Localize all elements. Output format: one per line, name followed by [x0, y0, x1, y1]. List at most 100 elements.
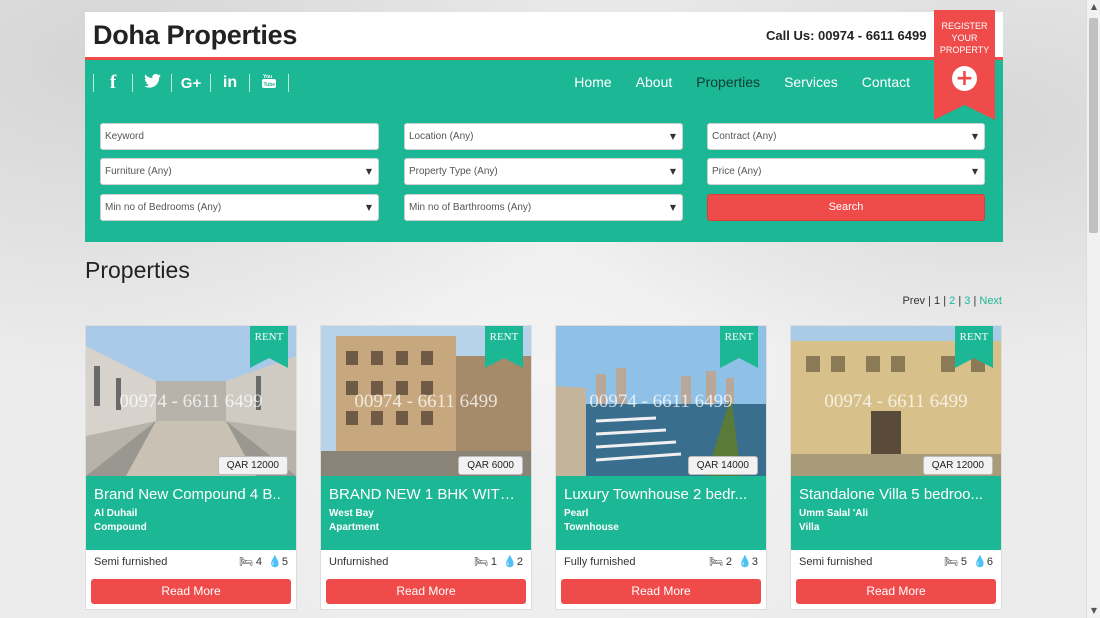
main-menu: Home About Properties Services Contact	[574, 74, 910, 90]
page-title: Properties	[85, 257, 190, 283]
baths-count: 5	[281, 556, 288, 568]
nav-properties[interactable]: Properties	[696, 74, 760, 90]
pagination: Prev | 1 | 2 | 3 | Next	[902, 295, 1002, 307]
call-us-text: Call Us: 00974 - 6611 6499	[766, 28, 927, 43]
property-meta: Semi furnished 🛏 4 💧5	[86, 550, 296, 574]
read-more-button[interactable]: Read More	[561, 579, 761, 604]
drop-icon: 💧	[738, 556, 752, 568]
property-title[interactable]: BRAND NEW 1 BHK WITH...	[329, 486, 523, 503]
watermark: 00974 - 6611 6499	[824, 391, 968, 412]
property-location: West Bay	[329, 508, 374, 519]
bathrooms-select[interactable]: Min no of Barthrooms (Any) ▼	[404, 194, 683, 221]
read-more-button[interactable]: Read More	[796, 579, 996, 604]
contract-select[interactable]: Contract (Any) ▼	[707, 123, 985, 150]
property-title[interactable]: Standalone Villa 5 bedroo...	[799, 486, 993, 503]
nav-bar: f G+ in You Tube Home About Properties Se…	[85, 10, 1003, 120]
furniture-select[interactable]: Furniture (Any) ▼	[100, 158, 379, 185]
price-badge: QAR 12000	[217, 456, 288, 475]
chevron-down-icon: ▼	[365, 167, 372, 176]
property-card: 00974 - 6611 6499 RENT QAR 12000 Brand N…	[85, 325, 297, 610]
location-select[interactable]: Location (Any) ▼	[404, 123, 683, 150]
read-more-button[interactable]: Read More	[91, 579, 291, 604]
rent-ribbon: RENT	[720, 326, 758, 368]
nav-contact[interactable]: Contact	[862, 74, 910, 90]
register-line-2: YOUR	[951, 33, 978, 43]
property-photo[interactable]: 00974 - 6611 6499 RENT QAR 12000	[791, 326, 1001, 476]
chevron-down-icon: ▼	[669, 203, 676, 212]
youtube-icon[interactable]: You Tube	[250, 72, 288, 94]
beds-count: 1	[490, 556, 498, 568]
furnishing-text: Semi furnished	[799, 556, 873, 568]
drop-icon: 💧	[268, 556, 282, 568]
bed-icon: 🛏	[473, 556, 488, 568]
chevron-down-icon: ▼	[669, 132, 676, 141]
register-property-button[interactable]: REGISTER YOUR PROPERTY +	[934, 10, 995, 120]
property-meta: Fully furnished 🛏 2 💧3	[556, 550, 766, 574]
baths-count: 3	[751, 556, 758, 568]
price-badge: QAR 14000	[687, 456, 758, 475]
property-title[interactable]: Luxury Townhouse 2 bedr...	[564, 486, 758, 503]
search-button[interactable]: Search	[707, 194, 985, 221]
drop-icon: 💧	[973, 556, 987, 568]
property-meta: Semi furnished 🛏 5 💧6	[791, 550, 1001, 574]
property-info: Brand New Compound 4 B.. Al Duhail Compo…	[86, 476, 296, 550]
watermark: 00974 - 6611 6499	[589, 391, 733, 412]
nav-about[interactable]: About	[636, 74, 673, 90]
watermark: 00974 - 6611 6499	[354, 391, 498, 412]
nav-services[interactable]: Services	[784, 74, 838, 90]
property-photo[interactable]: 00974 - 6611 6499 RENT QAR 14000	[556, 326, 766, 476]
property-info: Luxury Townhouse 2 bedr... Pearl Townhou…	[556, 476, 766, 550]
property-type: Villa	[799, 522, 820, 533]
twitter-icon[interactable]	[133, 73, 171, 93]
plus-icon: +	[952, 66, 977, 91]
drop-icon: 💧	[503, 556, 517, 568]
chevron-down-icon: ▼	[669, 167, 676, 176]
svg-text:Tube: Tube	[264, 82, 276, 88]
chevron-down-icon: ▼	[365, 203, 372, 212]
property-card: 00974 - 6611 6499 RENT QAR 12000 Standal…	[790, 325, 1002, 610]
furnishing-text: Unfurnished	[329, 556, 389, 568]
page-container: Doha Properties Call Us: 00974 - 6611 64…	[85, 10, 1003, 242]
register-line-3: PROPERTY	[939, 45, 990, 55]
facebook-icon[interactable]: f	[94, 72, 132, 94]
property-photo[interactable]: 00974 - 6611 6499 RENT QAR 6000	[321, 326, 531, 476]
property-info: BRAND NEW 1 BHK WITH... West Bay Apartme…	[321, 476, 531, 550]
social-links: f G+ in You Tube	[93, 72, 289, 94]
furnishing-text: Fully furnished	[564, 556, 636, 568]
property-card: 00974 - 6611 6499 RENT QAR 14000 Luxury …	[555, 325, 767, 610]
scrollbar[interactable]: ▲ ▼	[1086, 0, 1100, 618]
scroll-down-icon[interactable]: ▼	[1087, 604, 1100, 618]
rent-ribbon: RENT	[955, 326, 993, 368]
price-badge: QAR 12000	[922, 456, 993, 475]
property-type-select[interactable]: Property Type (Any) ▼	[404, 158, 683, 185]
scrollbar-thumb[interactable]	[1089, 18, 1098, 233]
bedrooms-select[interactable]: Min no of Bedrooms (Any) ▼	[100, 194, 379, 221]
pager-prev[interactable]: Prev	[902, 295, 925, 307]
keyword-input[interactable]: Keyword	[100, 123, 379, 150]
bed-icon: 🛏	[708, 556, 723, 568]
property-card: 00974 - 6611 6499 RENT QAR 6000 BRAND NE…	[320, 325, 532, 610]
property-type: Townhouse	[564, 522, 619, 533]
baths-count: 6	[986, 556, 993, 568]
property-info: Standalone Villa 5 bedroo... Umm Salal '…	[791, 476, 1001, 550]
beds-count: 2	[725, 556, 733, 568]
beds-count: 4	[255, 556, 263, 568]
pager-next[interactable]: Next	[979, 295, 1002, 307]
price-select[interactable]: Price (Any) ▼	[707, 158, 985, 185]
linkedin-icon[interactable]: in	[211, 74, 249, 92]
bed-icon: 🛏	[238, 556, 253, 568]
nav-home[interactable]: Home	[574, 74, 611, 90]
property-location: Al Duhail	[94, 508, 138, 519]
google-plus-icon[interactable]: G+	[172, 75, 210, 92]
property-type: Compound	[94, 522, 147, 533]
property-title[interactable]: Brand New Compound 4 B..	[94, 486, 288, 503]
rent-ribbon: RENT	[250, 326, 288, 368]
scroll-up-icon[interactable]: ▲	[1087, 0, 1100, 14]
beds-count: 5	[960, 556, 968, 568]
baths-count: 2	[516, 556, 523, 568]
site-logo[interactable]: Doha Properties	[93, 20, 297, 51]
read-more-button[interactable]: Read More	[326, 579, 526, 604]
property-photo[interactable]: 00974 - 6611 6499 RENT QAR 12000	[86, 326, 296, 476]
property-type: Apartment	[329, 522, 380, 533]
bed-icon: 🛏	[943, 556, 958, 568]
